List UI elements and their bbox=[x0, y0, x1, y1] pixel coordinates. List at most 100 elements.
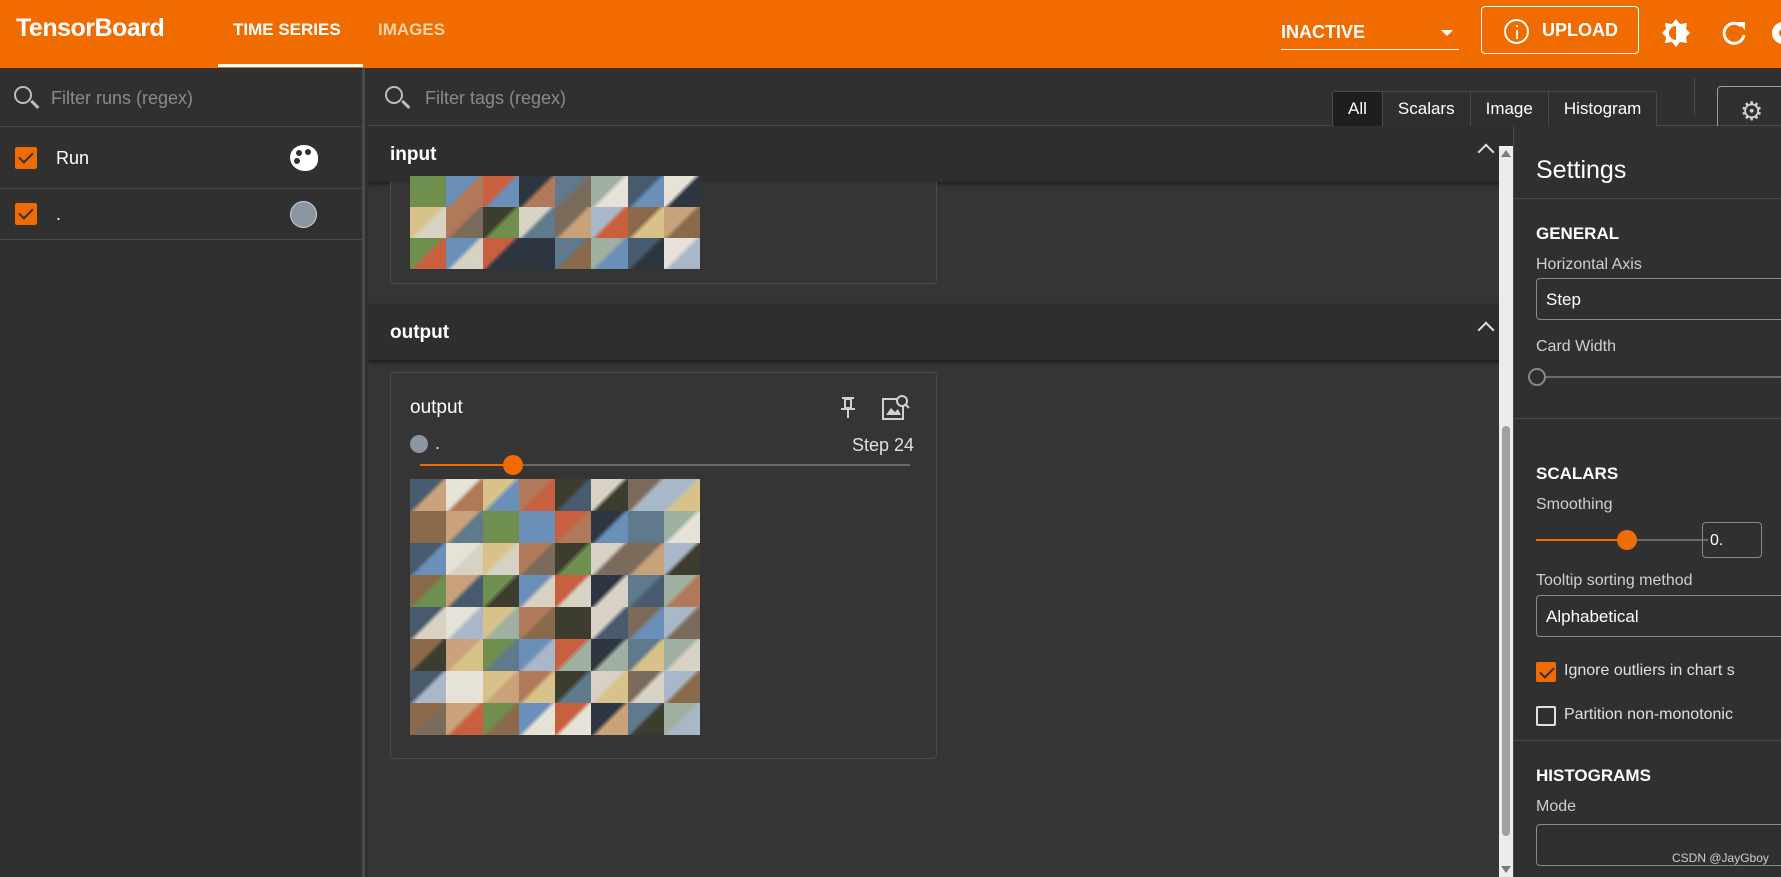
image-thumbnail bbox=[555, 639, 592, 671]
image-thumbnail bbox=[663, 479, 700, 511]
image-thumbnail bbox=[410, 207, 447, 238]
image-thumbnail bbox=[518, 543, 555, 575]
settings-panel: Settings GENERAL Horizontal Axis Step Ca… bbox=[1513, 126, 1781, 877]
scroll-up-arrow[interactable] bbox=[1501, 150, 1511, 157]
refresh-icon[interactable] bbox=[1719, 18, 1749, 48]
image-thumbnail bbox=[482, 543, 519, 575]
settings-icon[interactable] bbox=[1768, 18, 1781, 48]
image-thumbnail bbox=[591, 671, 628, 703]
runs-filter[interactable]: Filter runs (regex) bbox=[0, 68, 365, 126]
step-slider-thumb[interactable] bbox=[502, 455, 523, 475]
tab-time-series[interactable]: TIME SERIES bbox=[233, 20, 341, 40]
runs-header-label: Run bbox=[56, 148, 90, 168]
image-thumbnail bbox=[410, 703, 447, 735]
info-icon bbox=[1504, 19, 1529, 44]
card-title: output bbox=[410, 397, 463, 418]
status-select-value: INACTIVE bbox=[1281, 22, 1366, 42]
image-thumbnail bbox=[446, 543, 483, 575]
upload-button[interactable]: UPLOAD bbox=[1481, 6, 1639, 54]
partition-label: Partition non-monotonic bbox=[1564, 706, 1733, 723]
card-width-slider-thumb[interactable] bbox=[1528, 368, 1546, 386]
app-title: TensorBoard bbox=[16, 14, 165, 42]
partition-checkbox[interactable] bbox=[1536, 706, 1556, 726]
group-header-input[interactable]: input bbox=[368, 126, 1528, 182]
image-thumbnail bbox=[446, 575, 483, 607]
run-color-dot bbox=[410, 435, 428, 453]
image-thumbnail bbox=[627, 511, 664, 543]
palette-icon[interactable] bbox=[290, 145, 318, 171]
select-all-runs-checkbox[interactable] bbox=[15, 147, 37, 169]
reload-status-select[interactable]: INACTIVE bbox=[1281, 18, 1459, 50]
image-thumbnail bbox=[555, 479, 592, 511]
step-slider[interactable] bbox=[420, 455, 910, 475]
image-thumbnail bbox=[591, 207, 628, 238]
image-thumbnail bbox=[482, 511, 519, 543]
image-thumbnail bbox=[518, 703, 555, 735]
group-header-output[interactable]: output bbox=[368, 304, 1528, 360]
pin-icon[interactable] bbox=[839, 395, 857, 421]
chip-histogram[interactable]: Histogram bbox=[1548, 92, 1657, 126]
image-thumbnail bbox=[627, 639, 664, 671]
image-thumbnail bbox=[410, 479, 447, 511]
horizontal-axis-value: Step bbox=[1546, 290, 1581, 309]
horizontal-axis-select[interactable]: Step bbox=[1536, 278, 1781, 320]
image-thumbnail bbox=[446, 607, 483, 639]
image-thumbnail bbox=[518, 639, 555, 671]
smoothing-input[interactable]: 0. bbox=[1702, 522, 1762, 558]
image-thumbnail bbox=[627, 207, 664, 238]
active-tab-indicator bbox=[218, 64, 363, 67]
tab-images[interactable]: IMAGES bbox=[378, 20, 445, 40]
chip-scalars[interactable]: Scalars bbox=[1382, 92, 1471, 126]
tags-filter[interactable]: Filter tags (regex) bbox=[373, 68, 973, 126]
image-thumbnail bbox=[410, 639, 447, 671]
tooltip-sort-select[interactable]: Alphabetical bbox=[1536, 595, 1781, 637]
chevron-down-icon bbox=[1441, 30, 1453, 36]
chevron-up-icon[interactable] bbox=[1477, 143, 1495, 161]
group-title: input bbox=[390, 144, 437, 165]
image-thumbnail bbox=[591, 575, 628, 607]
image-thumbnail bbox=[482, 238, 519, 269]
ignore-outliers-checkbox[interactable] bbox=[1536, 662, 1556, 682]
run-checkbox[interactable] bbox=[15, 203, 37, 225]
image-thumbnail bbox=[518, 207, 555, 238]
image-thumbnail bbox=[591, 479, 628, 511]
image-thumbnail bbox=[663, 511, 700, 543]
card-width-slider[interactable] bbox=[1536, 376, 1781, 378]
smoothing-label: Smoothing bbox=[1536, 496, 1613, 513]
image-thumbnail bbox=[410, 671, 447, 703]
search-icon bbox=[385, 86, 403, 104]
smoothing-slider-thumb[interactable] bbox=[1617, 530, 1638, 550]
image-thumbnail bbox=[446, 639, 483, 671]
image-thumbnail bbox=[591, 511, 628, 543]
image-thumbnail bbox=[482, 176, 519, 207]
output-image-grid[interactable] bbox=[410, 479, 700, 735]
image-thumbnail bbox=[482, 671, 519, 703]
run-name: . bbox=[56, 204, 62, 224]
image-thumbnail bbox=[518, 238, 555, 269]
theme-toggle-icon[interactable] bbox=[1661, 18, 1691, 48]
chip-all[interactable]: All bbox=[1333, 92, 1383, 126]
image-thumbnail bbox=[482, 607, 519, 639]
step-label: Step 24 bbox=[851, 435, 914, 455]
image-thumbnail bbox=[663, 703, 700, 735]
group-title: output bbox=[390, 322, 450, 343]
image-thumbnail bbox=[627, 575, 664, 607]
scroll-thumb[interactable] bbox=[1502, 426, 1510, 836]
general-heading: GENERAL bbox=[1536, 224, 1620, 243]
scroll-down-arrow[interactable] bbox=[1501, 866, 1511, 873]
image-search-icon[interactable] bbox=[881, 393, 911, 423]
image-thumbnail bbox=[410, 238, 447, 269]
chip-image[interactable]: Image bbox=[1470, 92, 1549, 126]
run-color-swatch[interactable] bbox=[290, 201, 317, 228]
watermark-text: CSDN @JayGboy bbox=[1672, 851, 1769, 865]
cards-area: input output output . Step 24 bbox=[368, 126, 1528, 877]
image-thumbnail bbox=[555, 703, 592, 735]
run-row[interactable]: . bbox=[0, 188, 365, 240]
image-thumbnail bbox=[555, 543, 592, 575]
image-thumbnail bbox=[591, 639, 628, 671]
chevron-up-icon[interactable] bbox=[1477, 321, 1495, 339]
vertical-scrollbar[interactable] bbox=[1499, 146, 1513, 877]
input-image-grid[interactable] bbox=[410, 176, 700, 269]
image-thumbnail bbox=[410, 607, 447, 639]
image-thumbnail bbox=[518, 671, 555, 703]
